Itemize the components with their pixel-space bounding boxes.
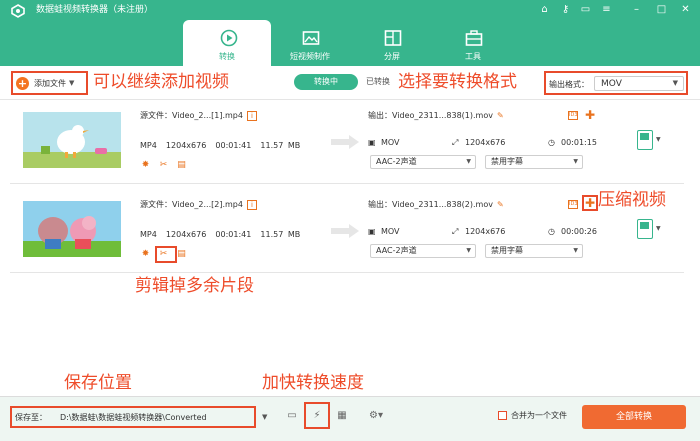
- effects-icon[interactable]: ✸: [140, 249, 151, 260]
- arrow-right-icon: [331, 224, 359, 238]
- scissors-icon[interactable]: ✂: [158, 160, 169, 171]
- folder-icon[interactable]: ▭: [284, 408, 300, 424]
- tab-convert[interactable]: 转换: [183, 20, 271, 66]
- chevron-down-icon: ▼: [573, 158, 578, 165]
- subtitle-select[interactable]: 禁用字幕 ▼: [485, 244, 583, 258]
- key-icon[interactable]: ⚷: [559, 3, 572, 16]
- audio-track-select[interactable]: AAC-2声道 ▼: [370, 244, 476, 258]
- tab-split-screen[interactable]: 分屏: [347, 20, 437, 66]
- resize-icon: ⤢: [452, 227, 459, 236]
- annotation-save-location: 保存位置: [64, 373, 132, 393]
- effects-icon[interactable]: ✸: [140, 160, 151, 171]
- settings-icon[interactable]: ⚙▾: [361, 408, 391, 424]
- toolbox-icon: [465, 30, 483, 46]
- pencil-icon[interactable]: ✎: [497, 200, 504, 209]
- edit-tools: ✸ ✂ ▤: [140, 160, 187, 174]
- chevron-down-icon: ▼: [573, 247, 578, 254]
- subtitle-edit-icon[interactable]: ▤: [176, 160, 187, 171]
- chevron-down-icon: ▼: [466, 158, 471, 165]
- minimize-icon[interactable]: –: [630, 3, 643, 16]
- output-format-control: 输出格式： MOV ▼: [544, 71, 688, 95]
- audio-track-select[interactable]: AAC-2声道 ▼: [370, 155, 476, 169]
- file-row: 源文件：Video_2...[2].mp4 i MP4 1204x676 00:0…: [10, 189, 684, 273]
- save-label: 保存至：: [15, 413, 47, 422]
- chevron-down-icon[interactable]: ▼: [656, 136, 661, 143]
- output-file-name: 输出：Video_2311...838(1).mov ✎: [368, 111, 504, 120]
- chevron-down-icon: ▼: [672, 79, 678, 87]
- title-bar: 数据蛙视频转换器（未注册） ⌂ ⚷ ▭ ≡ – □ ✕ 转换 短视频制作 分屏: [0, 0, 700, 66]
- chevron-down-icon[interactable]: ▼: [656, 225, 661, 232]
- output-file-name: 输出：Video_2311...838(2).mov ✎: [368, 200, 504, 209]
- subtitle-select[interactable]: 禁用字幕 ▼: [485, 155, 583, 169]
- subtitle-edit-icon[interactable]: ▤: [176, 249, 187, 260]
- convert-all-button[interactable]: 全部转换: [582, 405, 686, 429]
- video-format-icon: ▣: [368, 227, 376, 236]
- close-icon[interactable]: ✕: [679, 3, 692, 16]
- convert-icon: [220, 29, 238, 47]
- annotation-add-more: 可以继续添加视频: [93, 72, 229, 92]
- info-icon[interactable]: i: [246, 110, 257, 121]
- tab-tools[interactable]: 工具: [428, 20, 518, 66]
- image-icon: [302, 31, 320, 45]
- cart-icon[interactable]: ⌂: [538, 3, 551, 16]
- output-format-label: 输出格式：: [549, 80, 589, 89]
- chat-icon[interactable]: ▭: [579, 3, 592, 16]
- file-list: 源文件：Video_2...[1].mp4 i MP4 1204x676 00:0…: [0, 100, 700, 400]
- chevron-down-icon: ▼: [466, 247, 471, 254]
- output-format-select[interactable]: MOV ▼: [594, 76, 684, 91]
- app-logo-icon: [11, 4, 25, 18]
- resize-icon: ⤢: [452, 138, 459, 147]
- source-file-name: 源文件：Video_2...[1].mp4 i: [140, 110, 257, 121]
- maximize-icon[interactable]: □: [655, 3, 668, 16]
- id3-tag-icon[interactable]: ID3: [568, 111, 578, 120]
- compress-icon[interactable]: ✚: [585, 109, 595, 121]
- arrow-right-icon: [331, 135, 359, 149]
- app-title: 数据蛙视频转换器（未注册）: [36, 5, 154, 15]
- video-thumbnail[interactable]: [23, 112, 121, 168]
- merge-option[interactable]: 合并为一个文件: [498, 410, 567, 421]
- plus-icon: +: [16, 76, 29, 90]
- add-file-button[interactable]: + 添加文件 ▼: [11, 71, 88, 95]
- id3-tag-icon[interactable]: ID3: [568, 200, 578, 209]
- chevron-down-icon[interactable]: ▼: [69, 79, 74, 87]
- toolbar: + 添加文件 ▼ 可以继续添加视频 转换中 已转换 选择要转换格式 输出格式： …: [0, 66, 700, 100]
- converting-tab[interactable]: 转换中: [294, 74, 358, 90]
- chevron-down-icon[interactable]: ▼: [262, 413, 267, 421]
- output-format-icon[interactable]: [637, 219, 653, 239]
- converted-tab[interactable]: 已转换: [366, 76, 390, 87]
- gpu-accel-icon[interactable]: ▦: [334, 408, 350, 424]
- file-row: 源文件：Video_2...[1].mp4 i MP4 1204x676 00:0…: [10, 100, 684, 184]
- output-format-icon[interactable]: [637, 130, 653, 150]
- save-path-input[interactable]: D:\数据蛙\数据蛙视频转换器\Converted: [60, 412, 207, 423]
- menu-icon[interactable]: ≡: [600, 3, 613, 16]
- clock-icon: ◷: [548, 138, 555, 147]
- video-thumbnail[interactable]: [23, 201, 121, 257]
- video-format-icon: ▣: [368, 138, 376, 147]
- annotation-trim: 剪辑掉多余片段: [135, 276, 254, 296]
- compress-icon[interactable]: ✚: [582, 195, 598, 211]
- pencil-icon[interactable]: ✎: [497, 111, 504, 120]
- source-file-name: 源文件：Video_2...[2].mp4 i: [140, 199, 257, 210]
- bottom-bar: 保存至： D:\数据蛙\数据蛙视频转换器\Converted ▼ ▭ ⚡ ▦ ⚙…: [0, 396, 700, 441]
- save-location-control: 保存至： D:\数据蛙\数据蛙视频转换器\Converted: [10, 406, 256, 428]
- merge-checkbox[interactable]: [498, 411, 507, 420]
- hardware-accel-icon[interactable]: ⚡: [309, 408, 325, 424]
- annotation-choose-format: 选择要转换格式: [398, 72, 517, 92]
- split-screen-icon: [384, 30, 402, 46]
- trim-highlight-box: [155, 246, 177, 263]
- annotation-speed-up: 加快转换速度: [262, 373, 364, 393]
- source-meta: MP4 1204x676 00:01:41 11.57 MB: [140, 141, 301, 150]
- annotation-compress: 压缩视频: [598, 190, 666, 210]
- info-icon[interactable]: i: [246, 199, 257, 210]
- clock-icon: ◷: [548, 227, 555, 236]
- source-meta: MP4 1204x676 00:01:41 11.57 MB: [140, 230, 301, 239]
- tab-short-video[interactable]: 短视频制作: [265, 20, 355, 66]
